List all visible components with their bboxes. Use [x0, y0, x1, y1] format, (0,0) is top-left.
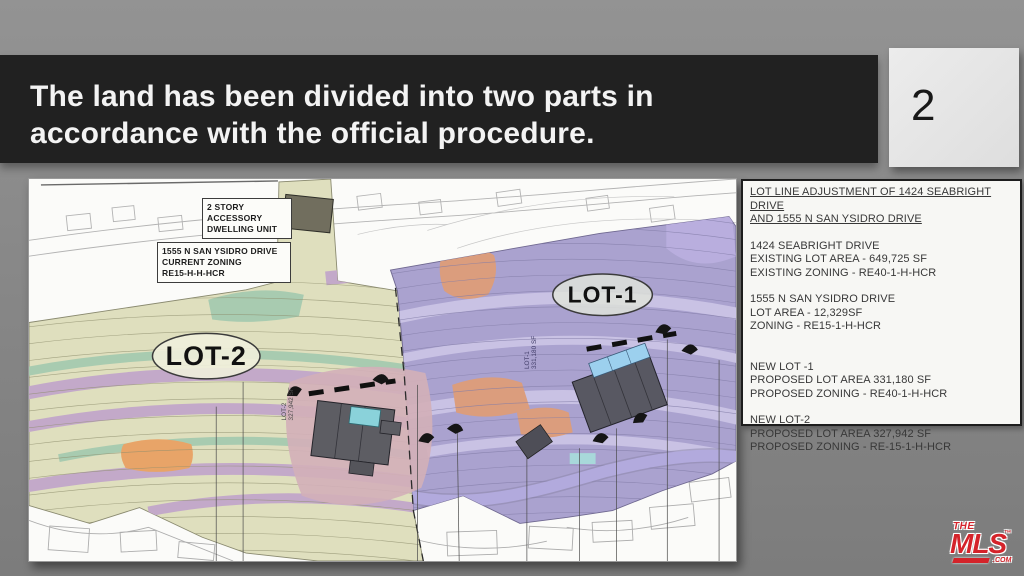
mls-logo-icon: THE MLS ™ .COM [950, 518, 1016, 570]
mls-logo-mls: MLS [950, 528, 1006, 560]
listing-slide: The land has been divided into two parts… [0, 0, 1024, 576]
info-section-newlot1: NEW LOT -1 PROPOSED LOT AREA 331,180 SF … [750, 361, 1013, 402]
survey-map-drawing: LOT-2 LOT-1 LOT-2 327,942 SF LOT-1 331,1… [29, 179, 736, 561]
info-section-ysidro: 1555 N SAN YSIDRO DRIVE LOT AREA - 12,32… [750, 293, 1013, 334]
slide-title-line1: The land has been divided into two parts… [30, 78, 878, 115]
mls-logo-tm: ™ [1004, 530, 1011, 537]
lot2-label: LOT-2 [166, 341, 247, 371]
lot2-callout: LOT-2 [152, 333, 260, 379]
title-banner: The land has been divided into two parts… [0, 55, 878, 163]
info-section-seabright: 1424 SEABRIGHT DRIVE EXISTING LOT AREA -… [750, 240, 1013, 281]
annotation-zoning: 1555 N SAN YSIDRO DRIVE CURRENT ZONING R… [157, 242, 291, 283]
survey-map: LOT-2 LOT-1 LOT-2 327,942 SF LOT-1 331,1… [28, 178, 737, 562]
page-number: 2 [911, 81, 935, 131]
lot1-label: LOT-1 [568, 282, 638, 308]
mls-logo-underline [952, 558, 990, 563]
slide-title: The land has been divided into two parts… [0, 55, 878, 152]
lot-info-box: LOT LINE ADJUSTMENT OF 1424 SEABRIGHT DR… [741, 179, 1022, 426]
pool [349, 407, 381, 427]
info-section-newlot2: NEW LOT-2 PROPOSED LOT AREA 327,942 SF P… [750, 414, 1013, 455]
lot1-callout: LOT-1 [553, 274, 653, 316]
info-title: LOT LINE ADJUSTMENT OF 1424 SEABRIGHT DR… [750, 186, 1013, 227]
mls-logo-com: .COM [993, 557, 1011, 564]
annotation-adu: 2 STORY ACCESSORY DWELLING UNIT [202, 198, 292, 239]
slide-title-line2: accordance with the official procedure. [30, 115, 878, 152]
page-number-box: 2 [889, 48, 1019, 167]
